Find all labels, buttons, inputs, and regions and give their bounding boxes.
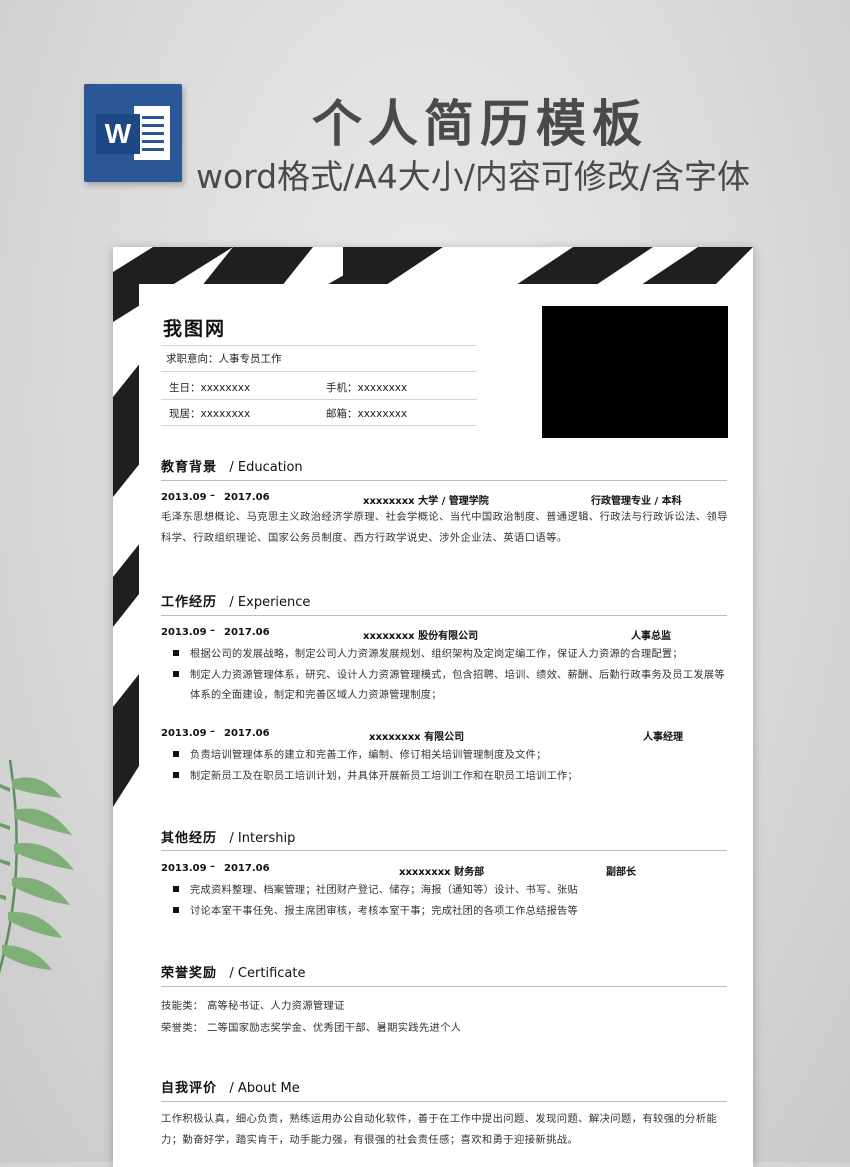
square-bullet-icon: [173, 671, 179, 677]
awards-heading: 荣誉奖励 / Certificate: [161, 962, 305, 981]
section-rule: [161, 850, 727, 851]
square-bullet-icon: [173, 772, 179, 778]
job-start: 2013.09: [161, 627, 207, 638]
divider: [161, 371, 477, 372]
resume-sheet: 我图网 求职意向：人事专员工作 生日：xxxxxxxx 手机：xxxxxxxx …: [139, 284, 753, 1167]
square-bullet-icon: [173, 886, 179, 892]
job-dash: –: [210, 726, 215, 737]
square-bullet-icon: [173, 650, 179, 656]
section-title-en: / Experience: [229, 595, 311, 610]
section-rule: [161, 480, 727, 481]
experience-heading: 工作经历 / Experience: [161, 591, 310, 610]
edu-major: 行政管理专业 / 本科: [591, 496, 682, 507]
banner-title: 个人简历模板: [312, 95, 648, 153]
skill-certificates: 技能类： 高等秘书证、人力资源管理证: [161, 1000, 345, 1012]
section-title-en: / About Me: [229, 1081, 300, 1096]
job-company: xxxxxxxx 股份有限公司: [363, 631, 479, 642]
bullet-text: 讨论本室干事任免、报主席团审核，考核本室干事；完成社团的各项工作总结报告等: [190, 906, 579, 917]
bullet-text: 根据公司的发展战略，制定公司人力资源发展规划、组织架构及定岗定编工作，保证人力资…: [190, 649, 683, 660]
section-rule: [161, 615, 727, 616]
other-role: 副部长: [606, 867, 636, 878]
square-bullet-icon: [173, 751, 179, 757]
other-end: 2017.06: [224, 863, 270, 874]
edu-start: 2013.09: [161, 492, 207, 503]
phone-number: 手机：xxxxxxxx: [326, 382, 408, 394]
job-end: 2017.06: [224, 728, 270, 739]
job-end: 2017.06: [224, 627, 270, 638]
about-heading: 自我评价 / About Me: [161, 1077, 300, 1096]
divider: [161, 399, 477, 400]
job-company: xxxxxxxx 有限公司: [369, 732, 465, 743]
section-rule: [161, 1101, 727, 1102]
self-evaluation: 工作积极认真，细心负责，熟练运用办公自动化软件，善于在工作中提出问题、发现问题、…: [161, 1113, 718, 1146]
job-role: 人事总监: [631, 631, 671, 642]
section-title-en: / Education: [229, 460, 303, 475]
section-title-en: / Intership: [229, 831, 296, 846]
section-title-cn: 其他经历: [161, 831, 218, 846]
edu-school: xxxxxxxx 大学 / 管理学院: [363, 496, 489, 507]
divider: [161, 345, 477, 346]
edu-courses: 毛泽东思想概论、马克思主义政治经济学原理、社会学概论、当代中国政治制度、普通逻辑…: [161, 511, 728, 544]
section-title-cn: 荣誉奖励: [161, 966, 218, 981]
profile-photo: [542, 306, 728, 438]
section-title-cn: 教育背景: [161, 460, 218, 475]
email: 邮箱：xxxxxxxx: [326, 408, 408, 420]
other-org: xxxxxxxx 财务部: [399, 867, 485, 878]
section-title-cn: 自我评价: [161, 1081, 218, 1096]
edu-end: 2017.06: [224, 492, 270, 503]
palm-leaf-icon: [0, 759, 74, 974]
bullet-text: 制定人力资源管理体系，研究、设计人力资源管理模式，包含招聘、培训、绩效、薪酬、后…: [190, 670, 725, 701]
job-role: 人事经理: [643, 732, 683, 743]
bullet-text: 负责培训管理体系的建立和完善工作，编制、修订相关培训管理制度及文件；: [190, 750, 547, 761]
bullet-text: 制定新员工及在职员工培训计划，并具体开展新员工培训工作和在职员工培训工作；: [190, 771, 579, 782]
section-title-cn: 工作经历: [161, 595, 218, 610]
residence: 现居：xxxxxxxx: [169, 408, 251, 420]
banner-subtitle: word格式/A4大小/内容可修改/含字体: [196, 157, 751, 196]
divider: [161, 425, 477, 426]
other-experience-heading: 其他经历 / Intership: [161, 827, 295, 846]
other-start: 2013.09: [161, 863, 207, 874]
section-title-en: / Certificate: [229, 966, 306, 981]
job-start: 2013.09: [161, 728, 207, 739]
candidate-name: 我图网: [163, 318, 227, 340]
other-dash: –: [210, 861, 215, 872]
education-heading: 教育背景 / Education: [161, 456, 303, 475]
edu-dash: –: [210, 490, 215, 501]
job-objective: 求职意向：人事专员工作: [166, 353, 282, 365]
resume-card: 我图网 求职意向：人事专员工作 生日：xxxxxxxx 手机：xxxxxxxx …: [113, 247, 753, 1167]
job-dash: –: [210, 625, 215, 636]
birth-date: 生日：xxxxxxxx: [169, 382, 251, 394]
section-rule: [161, 986, 727, 987]
bullet-text: 完成资料整理、档案管理；社团财产登记、储存；海报（通知等）设计、书写、张贴: [190, 885, 579, 896]
square-bullet-icon: [173, 907, 179, 913]
honors-list: 荣誉类： 二等国家励志奖学金、优秀团干部、暑期实践先进个人: [161, 1022, 462, 1034]
